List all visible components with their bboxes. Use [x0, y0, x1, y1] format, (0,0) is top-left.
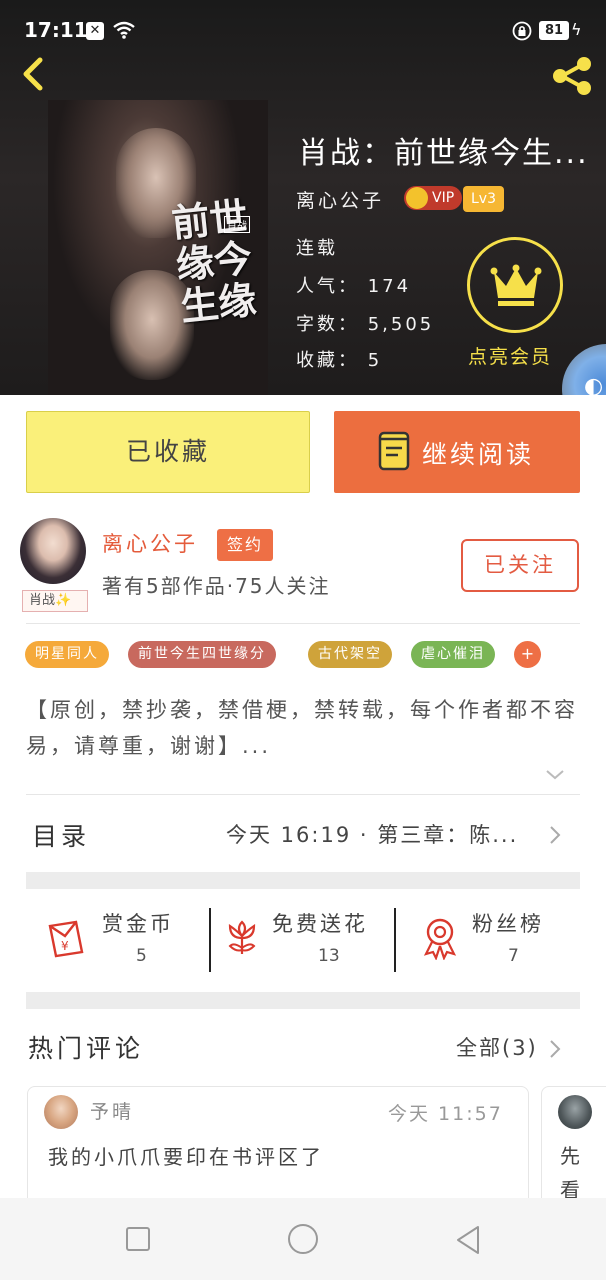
system-nav-bar — [0, 1198, 606, 1280]
notification-icon: ✕ — [86, 22, 104, 40]
crown-icon — [490, 264, 542, 306]
tag-chip[interactable]: 古代架空 — [308, 641, 392, 668]
vip-label: VIP — [432, 190, 455, 206]
cover-title-art: 前世缘今生缘 — [169, 193, 259, 330]
tag-chip[interactable]: 明星同人 — [25, 641, 109, 668]
divider — [26, 794, 580, 795]
more-tags-button[interactable]: + — [514, 641, 541, 668]
catalog-label[interactable]: 目录 — [32, 817, 90, 853]
tag-chip[interactable]: 前世今生四世缘分 — [128, 641, 276, 668]
floating-ball-icon: ◐ — [584, 374, 604, 395]
favorited-button[interactable]: 已收藏 — [26, 411, 310, 493]
serial-status: 连载 — [296, 238, 338, 259]
author-info: 著有5部作品·75人关注 — [102, 574, 331, 598]
gift-count: 13 — [318, 946, 340, 966]
comment-card[interactable]: 先看 — [541, 1086, 606, 1216]
crown-icon — [406, 187, 428, 209]
cover-stamp: 肖战 — [224, 216, 250, 233]
share-button[interactable] — [548, 54, 596, 98]
lock-icon — [512, 21, 532, 41]
hot-comments-title: 热门评论 — [28, 1034, 145, 1063]
gift-count: 7 — [508, 946, 519, 966]
signed-badge: 签约 — [217, 529, 274, 561]
reward-coins-button[interactable]: ¥ 赏金币 5 — [46, 908, 196, 972]
status-bar: 17:11 ✕ 81 ϟ — [0, 0, 606, 62]
send-flower-button[interactable]: 免费送花 13 — [222, 908, 392, 972]
medal-icon — [423, 918, 457, 960]
comment-text: 我的小爪爪要印在书评区了 — [48, 1145, 324, 1169]
recent-apps-button[interactable] — [126, 1227, 150, 1251]
follow-button[interactable]: 已关注 — [461, 539, 579, 592]
gift-name: 赏金币 — [102, 912, 174, 936]
fan-ranking-button[interactable]: 粉丝榜 7 — [420, 908, 580, 972]
comment-card[interactable]: 予晴 今天 11:57 我的小爪爪要印在书评区了 — [27, 1086, 529, 1216]
divider — [394, 908, 396, 972]
book-title: 肖战：前世缘今生... — [298, 136, 589, 171]
latest-chapter[interactable]: 今天 16:19 · 第三章：陈... — [226, 819, 546, 849]
vip-member-button[interactable] — [467, 237, 563, 333]
divider — [209, 908, 211, 972]
chevron-right-icon[interactable] — [548, 1038, 562, 1060]
status-time: 17:11 — [24, 18, 88, 42]
svg-text:¥: ¥ — [61, 939, 69, 953]
author-avatar[interactable] — [20, 518, 86, 584]
book-cover[interactable]: 前世缘今生缘 肖战 — [48, 100, 268, 395]
avatar-tag: 肖战✨ — [22, 590, 88, 612]
book-icon — [378, 431, 410, 471]
chevron-right-icon[interactable] — [548, 824, 562, 846]
vip-badge: VIP — [404, 186, 463, 210]
tag-chip[interactable]: 虐心催泪 — [411, 641, 495, 668]
popularity-count: 人气： 174 — [296, 276, 412, 297]
divider — [26, 623, 580, 624]
battery-icon: 81 — [539, 21, 569, 40]
section-separator — [26, 872, 580, 889]
comment-text: 先看 — [560, 1144, 580, 1202]
comment-username[interactable]: 予晴 — [90, 1097, 134, 1124]
vip-member-label[interactable]: 点亮会员 — [468, 342, 552, 369]
red-envelope-icon: ¥ — [48, 920, 84, 958]
section-separator — [26, 992, 580, 1009]
nav-back-button[interactable] — [454, 1224, 482, 1256]
book-author[interactable]: 离心公子 — [296, 186, 384, 213]
flower-icon — [228, 920, 256, 954]
book-header: 17:11 ✕ 81 ϟ 前世缘今生缘 肖战 肖战：前世缘今生... 离心公子 — [0, 0, 606, 395]
floating-assistant-button[interactable]: ◐ — [562, 344, 606, 395]
comment-time: 今天 11:57 — [388, 1103, 503, 1125]
charging-icon: ϟ — [571, 20, 582, 39]
home-button[interactable] — [288, 1224, 318, 1254]
author-name[interactable]: 离心公子 — [102, 528, 198, 558]
word-count: 字数： 5,505 — [296, 314, 435, 335]
wifi-icon — [113, 21, 135, 39]
back-button[interactable] — [14, 52, 54, 96]
favorites-count: 收藏： 5 — [296, 350, 383, 371]
all-comments-link[interactable]: 全部(3) — [456, 1032, 538, 1062]
gift-count: 5 — [136, 946, 147, 966]
continue-reading-label: 继续阅读 — [422, 440, 535, 469]
book-description: 【原创，禁抄袭，禁借梗，禁转载，每个作者都不容易，请尊重，谢谢】... — [26, 698, 578, 758]
comment-avatar[interactable] — [558, 1095, 592, 1129]
chevron-down-icon[interactable] — [544, 768, 566, 782]
comment-avatar[interactable] — [44, 1095, 78, 1129]
continue-reading-button[interactable]: 继续阅读 — [334, 411, 580, 493]
gift-name: 免费送花 — [272, 912, 368, 936]
gift-name: 粉丝榜 — [472, 912, 544, 936]
level-badge: Lv3 — [463, 186, 504, 212]
